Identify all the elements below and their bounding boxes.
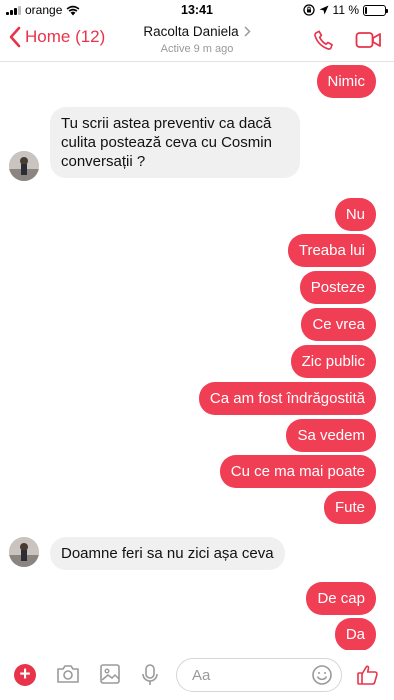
plus-icon[interactable]: + xyxy=(14,664,36,686)
avatar[interactable] xyxy=(9,537,39,567)
lock-rotation-icon xyxy=(302,4,315,16)
thumbs-up-icon[interactable] xyxy=(356,663,380,687)
message-bubble-outgoing[interactable]: Cu ce ma mai poate xyxy=(219,455,376,488)
message-bubble-outgoing[interactable]: Treaba lui xyxy=(287,234,376,267)
camera-icon[interactable] xyxy=(56,663,80,685)
battery-icon xyxy=(363,4,388,16)
message-bubble-outgoing[interactable]: Zic public xyxy=(290,345,376,378)
video-call-icon[interactable] xyxy=(355,30,382,50)
status-icons: 11 % xyxy=(302,3,388,17)
message-bubble-outgoing[interactable]: Ce vrea xyxy=(301,308,376,341)
emoji-icon[interactable] xyxy=(311,664,333,686)
battery-percent: 11 % xyxy=(332,3,359,17)
phone-icon[interactable] xyxy=(313,29,335,51)
message-input[interactable]: Aa xyxy=(176,658,342,692)
message-bubble-outgoing[interactable]: Fute xyxy=(323,491,376,524)
message-bubble-outgoing[interactable]: De cap xyxy=(306,582,376,615)
composer-bar: + Aa xyxy=(0,650,394,700)
message-bubble-outgoing[interactable]: Nu xyxy=(334,198,376,231)
message-bubble-incoming[interactable]: Doamne feri sa nu zici așa ceva xyxy=(50,537,285,570)
message-bubble-incoming[interactable]: Tu scrii astea preventiv ca dacă culita … xyxy=(50,107,300,178)
message-bubble-outgoing[interactable]: Sa vedem xyxy=(286,419,376,452)
microphone-icon[interactable] xyxy=(141,663,159,687)
chevron-right-icon xyxy=(244,26,251,37)
location-icon xyxy=(319,5,329,15)
message-bubble-outgoing[interactable]: Ca am fost îndrăgostită xyxy=(198,382,376,415)
message-bubble-outgoing[interactable]: Da xyxy=(334,618,376,651)
avatar[interactable] xyxy=(9,151,39,181)
message-bubble-outgoing[interactable]: Posteze xyxy=(299,271,376,304)
status-bar: orange 13:41 11 % xyxy=(0,0,394,20)
message-input-placeholder: Aa xyxy=(192,667,211,684)
message-bubble-outgoing[interactable]: Nimic xyxy=(316,65,376,98)
contact-name: Racolta Daniela xyxy=(143,24,239,39)
conversation-header: Home (12) Racolta Daniela Active 9 m ago xyxy=(0,20,394,62)
gallery-icon[interactable] xyxy=(99,663,121,685)
